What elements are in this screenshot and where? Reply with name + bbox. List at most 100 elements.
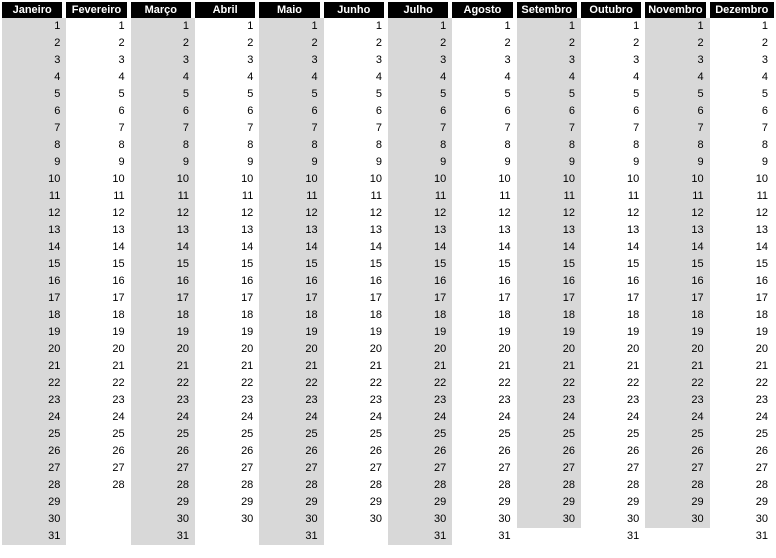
day-cell: 7 — [259, 120, 323, 137]
day-cell: 18 — [517, 307, 581, 324]
day-cell: 16 — [710, 273, 774, 290]
day-cell — [66, 528, 130, 545]
day-cell: 3 — [66, 52, 130, 69]
calendar-table-wrapper: JaneiroFevereiroMarçoAbrilMaioJunhoJulho… — [0, 0, 776, 547]
day-cell: 6 — [581, 103, 645, 120]
day-cell: 23 — [645, 392, 709, 409]
day-cell: 22 — [66, 375, 130, 392]
day-cell: 19 — [66, 324, 130, 341]
day-cell: 13 — [131, 222, 195, 239]
day-cell: 7 — [2, 120, 66, 137]
day-cell: 3 — [645, 52, 709, 69]
day-cell: 26 — [131, 443, 195, 460]
day-cell: 8 — [259, 137, 323, 154]
day-cell: 11 — [2, 188, 66, 205]
day-cell: 11 — [581, 188, 645, 205]
day-cell: 18 — [195, 307, 259, 324]
day-cell: 10 — [581, 171, 645, 188]
day-cell: 8 — [66, 137, 130, 154]
day-cell: 28 — [259, 477, 323, 494]
day-cell: 6 — [2, 103, 66, 120]
column-header: Julho — [388, 2, 452, 18]
day-cell: 18 — [581, 307, 645, 324]
day-cell: 9 — [581, 154, 645, 171]
day-cell: 19 — [517, 324, 581, 341]
day-cell: 19 — [452, 324, 516, 341]
day-cell: 31 — [581, 528, 645, 545]
table-row: 191919191919191919191919 — [2, 324, 774, 341]
day-cell: 2 — [259, 35, 323, 52]
day-cell: 4 — [195, 69, 259, 86]
day-cell: 2 — [388, 35, 452, 52]
day-cell: 13 — [452, 222, 516, 239]
day-cell: 20 — [710, 341, 774, 358]
day-cell: 26 — [645, 443, 709, 460]
table-row: 888888888888 — [2, 137, 774, 154]
day-cell: 30 — [131, 511, 195, 528]
table-row: 121212121212121212121212 — [2, 205, 774, 222]
day-cell: 24 — [324, 409, 388, 426]
day-cell: 27 — [131, 460, 195, 477]
day-cell: 19 — [259, 324, 323, 341]
table-row: 242424242424242424242424 — [2, 409, 774, 426]
day-cell: 22 — [452, 375, 516, 392]
day-cell: 18 — [710, 307, 774, 324]
day-cell: 23 — [710, 392, 774, 409]
table-row: 444444444444 — [2, 69, 774, 86]
day-cell: 12 — [581, 205, 645, 222]
day-cell: 25 — [66, 426, 130, 443]
day-cell — [195, 528, 259, 545]
table-row: 262626262626262626262626 — [2, 443, 774, 460]
day-cell: 16 — [131, 273, 195, 290]
day-cell: 27 — [517, 460, 581, 477]
day-cell: 29 — [324, 494, 388, 511]
day-cell: 24 — [2, 409, 66, 426]
day-cell: 13 — [581, 222, 645, 239]
day-cell: 29 — [388, 494, 452, 511]
day-cell: 31 — [452, 528, 516, 545]
day-cell: 28 — [2, 477, 66, 494]
day-cell: 10 — [517, 171, 581, 188]
day-cell: 21 — [645, 358, 709, 375]
column-header: Janeiro — [2, 2, 66, 18]
day-cell: 15 — [324, 256, 388, 273]
day-cell: 29 — [195, 494, 259, 511]
day-cell: 4 — [66, 69, 130, 86]
day-cell: 25 — [131, 426, 195, 443]
day-cell: 23 — [2, 392, 66, 409]
day-cell: 23 — [66, 392, 130, 409]
day-cell: 3 — [581, 52, 645, 69]
day-cell — [645, 528, 709, 545]
day-cell: 17 — [517, 290, 581, 307]
day-cell: 1 — [517, 18, 581, 35]
day-cell: 9 — [195, 154, 259, 171]
day-cell: 12 — [66, 205, 130, 222]
day-cell: 1 — [645, 18, 709, 35]
day-cell: 15 — [517, 256, 581, 273]
day-cell: 10 — [131, 171, 195, 188]
table-row: 272727272727272727272727 — [2, 460, 774, 477]
table-row: 666666666666 — [2, 103, 774, 120]
day-cell: 24 — [388, 409, 452, 426]
day-cell: 7 — [645, 120, 709, 137]
day-cell: 9 — [645, 154, 709, 171]
day-cell: 2 — [710, 35, 774, 52]
day-cell: 11 — [517, 188, 581, 205]
table-row: 111111111111111111111111 — [2, 188, 774, 205]
day-cell: 27 — [259, 460, 323, 477]
day-cell: 18 — [324, 307, 388, 324]
day-cell: 24 — [710, 409, 774, 426]
day-cell: 19 — [710, 324, 774, 341]
day-cell: 1 — [452, 18, 516, 35]
day-cell: 16 — [581, 273, 645, 290]
day-cell: 3 — [2, 52, 66, 69]
day-cell: 7 — [710, 120, 774, 137]
day-cell: 5 — [66, 86, 130, 103]
day-cell: 7 — [517, 120, 581, 137]
day-cell: 26 — [2, 443, 66, 460]
day-cell: 5 — [324, 86, 388, 103]
day-cell: 8 — [452, 137, 516, 154]
day-cell: 1 — [66, 18, 130, 35]
day-cell: 17 — [388, 290, 452, 307]
day-cell: 6 — [645, 103, 709, 120]
